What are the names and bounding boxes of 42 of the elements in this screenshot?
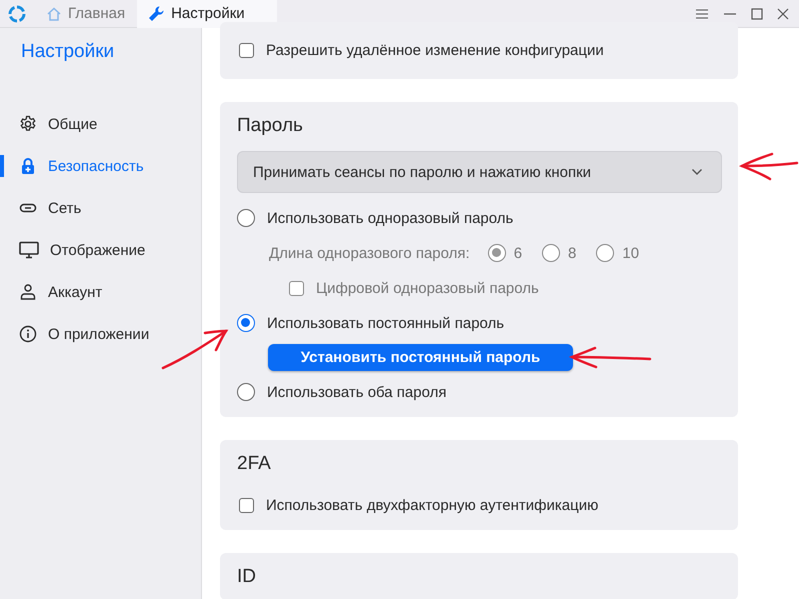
section-title: 2FA <box>237 452 272 476</box>
radio-label: Использовать оба пароля <box>267 384 446 400</box>
radio-button[interactable] <box>237 383 255 401</box>
checkbox-label: Разрешить удалённое изменение конфигурации <box>266 42 604 58</box>
radio-button[interactable] <box>237 209 255 227</box>
section-title: ID <box>237 565 257 589</box>
sidebar-item[interactable]: Аккаунт <box>0 271 201 313</box>
sidebar-title: Настройки <box>21 41 116 63</box>
radio-label: 10 <box>622 244 640 262</box>
checkbox[interactable] <box>239 498 254 512</box>
menu-icon[interactable] <box>695 8 709 20</box>
maximize-icon[interactable] <box>751 8 763 20</box>
sidebar-item[interactable]: Сеть <box>0 187 201 229</box>
checkbox[interactable] <box>239 42 254 58</box>
length-label: Длина одноразового пароля: <box>269 244 470 262</box>
tab[interactable]: Настройки <box>137 0 277 28</box>
radio-label: 8 <box>568 244 576 262</box>
tab[interactable]: Главная <box>34 0 138 28</box>
sidebar-item[interactable]: Общие <box>0 103 201 145</box>
section-title: Пароль <box>237 114 304 138</box>
radio-label: Использовать одноразовый пароль <box>267 210 514 226</box>
annotation-arrow <box>162 330 228 370</box>
close-icon[interactable] <box>777 8 789 20</box>
sidebar-item[interactable]: Отображение <box>0 229 201 271</box>
wrench-icon <box>147 4 166 22</box>
checkbox-label: Использовать двухфакторную аутентификацию <box>266 496 598 514</box>
lock-icon <box>19 157 37 175</box>
info-icon <box>19 325 37 343</box>
monitor-icon <box>19 241 39 259</box>
dropdown[interactable]: Принимать сеансы по паролю и нажатию кнопки <box>237 151 722 193</box>
sidebar-item[interactable]: О приложении <box>0 313 201 355</box>
radio-label: 6 <box>514 244 522 262</box>
radio-label: Использовать постоянный пароль <box>267 314 504 332</box>
checkbox-label: Цифровой одноразовый пароль <box>316 280 539 296</box>
person-icon <box>19 283 37 301</box>
home-icon <box>46 6 62 22</box>
chevron-down-icon <box>691 168 703 176</box>
app-logo-icon <box>8 4 26 22</box>
sidebar-item[interactable]: Безопасность <box>0 145 201 187</box>
gear-icon <box>19 115 37 133</box>
set-password-button[interactable]: Установить постоянный пароль <box>268 344 573 371</box>
radio-button[interactable] <box>237 314 255 332</box>
